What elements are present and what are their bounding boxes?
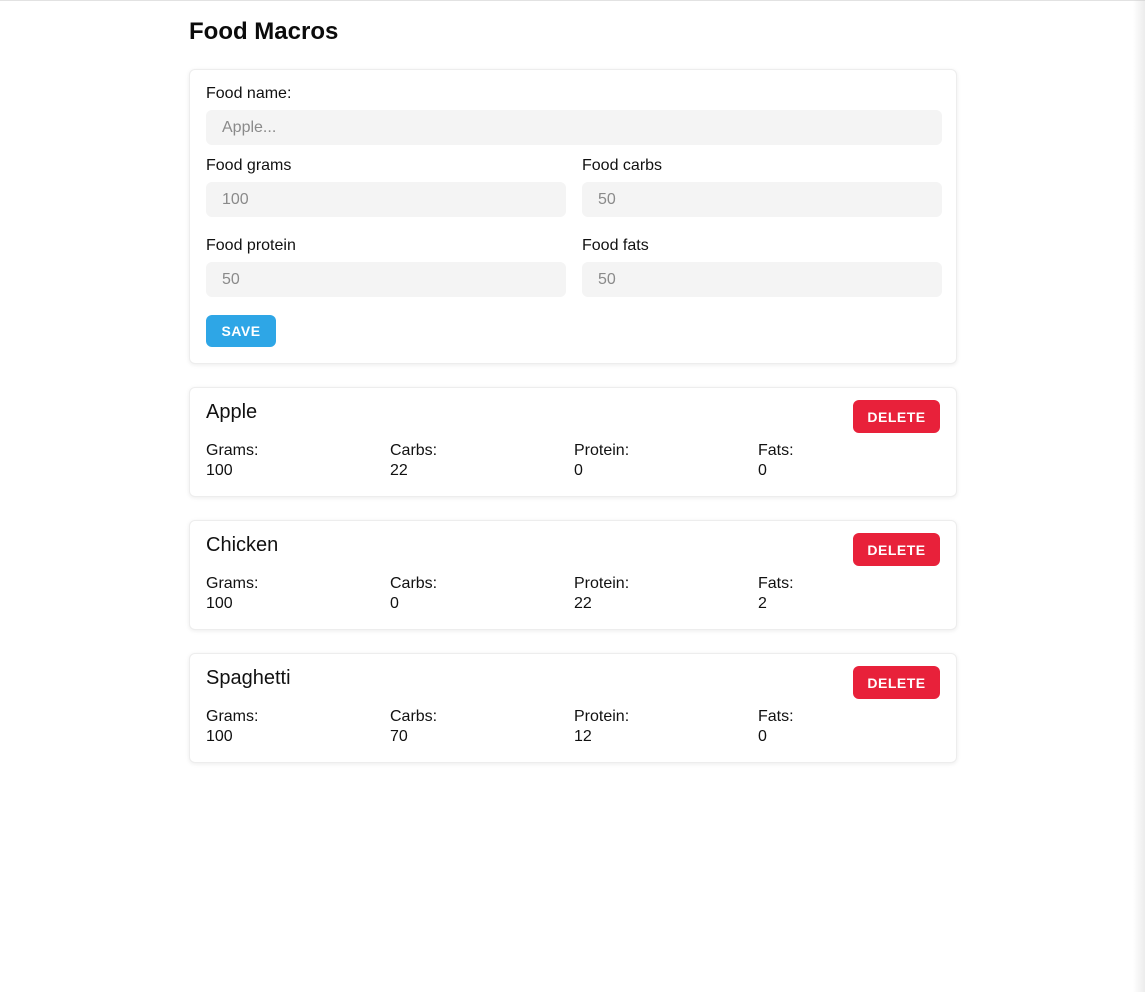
food-name-label: Food name: <box>206 85 292 102</box>
scrollbar-track <box>1133 0 1145 992</box>
macro-label: Fats: <box>758 442 794 459</box>
macro-label: Grams: <box>206 442 259 459</box>
food-name: Spaghetti <box>206 667 291 689</box>
macro-carbs: Carbs: 0 <box>390 574 574 614</box>
food-card: Apple DELETE Grams: 100 Carbs: 22 Protei… <box>189 387 957 497</box>
macro-label: Protein: <box>574 442 630 459</box>
food-fats-label: Food fats <box>582 237 649 254</box>
food-name-input[interactable] <box>206 110 942 145</box>
delete-button[interactable]: DELETE <box>853 666 940 699</box>
macro-label: Grams: <box>206 708 259 725</box>
macro-value: 0 <box>390 595 399 612</box>
macro-carbs: Carbs: 70 <box>390 707 574 747</box>
delete-button[interactable]: DELETE <box>853 400 940 433</box>
food-name: Apple <box>206 401 258 423</box>
food-grams-label: Food grams <box>206 157 292 174</box>
food-card: Chicken DELETE Grams: 100 Carbs: 0 Prote… <box>189 520 957 630</box>
food-carbs-label: Food carbs <box>582 157 663 174</box>
macro-value: 100 <box>206 595 233 612</box>
food-carbs-input[interactable] <box>582 182 942 217</box>
food-grams-input[interactable] <box>206 182 566 217</box>
macro-label: Carbs: <box>390 575 438 592</box>
macro-fats: Fats: 0 <box>758 441 942 481</box>
macro-label: Fats: <box>758 575 794 592</box>
macro-value: 2 <box>758 595 767 612</box>
macro-value: 22 <box>574 595 592 612</box>
macro-row: Grams: 100 Carbs: 0 Protein: 22 Fats: 2 <box>206 574 942 614</box>
macro-value: 12 <box>574 728 592 745</box>
macro-protein: Protein: 0 <box>574 441 758 481</box>
macro-label: Protein: <box>574 575 630 592</box>
macro-value: 0 <box>574 462 583 479</box>
delete-button[interactable]: DELETE <box>853 533 940 566</box>
macro-label: Carbs: <box>390 442 438 459</box>
top-border <box>0 0 1145 1</box>
macro-protein: Protein: 12 <box>574 707 758 747</box>
macro-value: 70 <box>390 728 408 745</box>
save-button[interactable]: SAVE <box>206 315 276 347</box>
food-protein-label: Food protein <box>206 237 296 254</box>
macro-fats: Fats: 2 <box>758 574 942 614</box>
macro-grams: Grams: 100 <box>206 574 390 614</box>
food-protein-input[interactable] <box>206 262 566 297</box>
macro-value: 0 <box>758 462 767 479</box>
macro-value: 22 <box>390 462 408 479</box>
macro-row: Grams: 100 Carbs: 22 Protein: 0 Fats: 0 <box>206 441 942 481</box>
food-fats-input[interactable] <box>582 262 942 297</box>
page-title: Food Macros <box>189 18 339 45</box>
food-card: Spaghetti DELETE Grams: 100 Carbs: 70 Pr… <box>189 653 957 763</box>
macro-row: Grams: 100 Carbs: 70 Protein: 12 Fats: 0 <box>206 707 942 747</box>
macro-carbs: Carbs: 22 <box>390 441 574 481</box>
food-name: Chicken <box>206 534 279 556</box>
macro-label: Fats: <box>758 708 794 725</box>
macro-value: 100 <box>206 728 233 745</box>
macro-value: 0 <box>758 728 767 745</box>
macro-grams: Grams: 100 <box>206 441 390 481</box>
macro-label: Protein: <box>574 708 630 725</box>
macro-grams: Grams: 100 <box>206 707 390 747</box>
macro-protein: Protein: 22 <box>574 574 758 614</box>
macro-fats: Fats: 0 <box>758 707 942 747</box>
macro-label: Carbs: <box>390 708 438 725</box>
add-food-form: Food name: Food grams Food carbs Food pr… <box>189 69 957 364</box>
macro-label: Grams: <box>206 575 259 592</box>
macro-value: 100 <box>206 462 233 479</box>
